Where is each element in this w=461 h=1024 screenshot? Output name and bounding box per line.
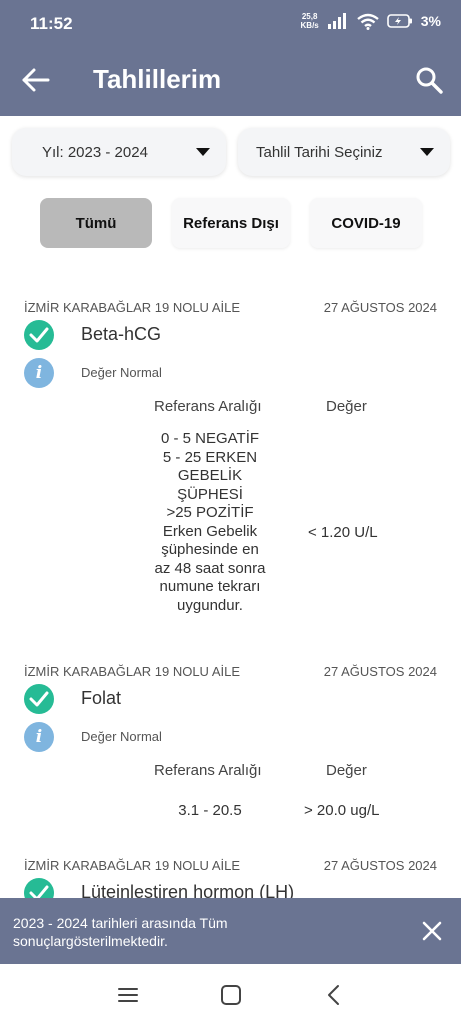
- date-dropdown-label: Tahlil Tarihi Seçiniz: [256, 144, 383, 161]
- tab-all[interactable]: Tümü: [40, 198, 152, 248]
- info-icon[interactable]: i: [24, 722, 54, 752]
- wifi-icon: [357, 13, 379, 30]
- app-bar: Tahlillerim: [0, 44, 461, 116]
- back-icon[interactable]: [322, 984, 346, 1006]
- snackbar: 2023 - 2024 tarihleri arasında Tüm sonuç…: [0, 898, 461, 964]
- value-column-header: Değer: [326, 398, 367, 415]
- test-name: Lüteinleştiren hormon (LH): [81, 882, 295, 898]
- year-dropdown-label: Yıl: 2023 - 2024: [42, 144, 148, 161]
- signal-icon: [327, 13, 346, 29]
- recent-apps-icon[interactable]: [116, 984, 140, 1006]
- network-speed: 25,8 KB/s: [300, 12, 319, 30]
- check-icon: [24, 878, 54, 898]
- lab-name: İZMİR KARABAĞLAR 19 NOLU AİLE: [24, 858, 241, 873]
- results-list[interactable]: İZMİR KARABAĞLAR 19 NOLU AİLE 27 AĞUSTOS…: [0, 258, 461, 898]
- result-status: Değer Normal: [81, 729, 162, 744]
- status-bar: 11:52 25,8 KB/s 3%: [0, 0, 461, 44]
- navigation-bar: [0, 964, 461, 1024]
- date-dropdown[interactable]: Tahlil Tarihi Seçiniz: [238, 128, 450, 176]
- result-date: 27 AĞUSTOS 2024: [323, 300, 437, 315]
- result-date: 27 AĞUSTOS 2024: [323, 664, 437, 679]
- reference-column-header: Referans Aralığı: [154, 398, 262, 415]
- check-icon: [24, 320, 54, 350]
- test-name: Beta-hCG: [81, 324, 162, 344]
- tab-covid[interactable]: COVID-19: [310, 198, 422, 248]
- reference-column-header: Referans Aralığı: [154, 762, 262, 779]
- home-icon[interactable]: [219, 984, 243, 1006]
- year-dropdown[interactable]: Yıl: 2023 - 2024: [12, 128, 226, 176]
- result-value: < 1.20 U/L: [308, 524, 378, 541]
- chevron-down-icon: [196, 148, 210, 156]
- value-column-header: Değer: [326, 762, 367, 779]
- status-time: 11:52: [30, 14, 73, 33]
- lab-name: İZMİR KARABAĞLAR 19 NOLU AİLE: [24, 300, 241, 315]
- reference-range: 0 - 5 NEGATİF 5 - 25 ERKEN GEBELİK ŞÜPHE…: [154, 430, 266, 614]
- arrow-left-icon[interactable]: [20, 66, 52, 94]
- reference-range: 3.1 - 20.5: [178, 802, 242, 819]
- battery-percentage: 3%: [420, 13, 441, 29]
- result-status: Değer Normal: [81, 365, 162, 380]
- search-icon[interactable]: [415, 66, 443, 94]
- chevron-down-icon: [420, 148, 434, 156]
- result-value: > 20.0 ug/L: [304, 802, 380, 819]
- snackbar-message: 2023 - 2024 tarihleri arasında Tüm sonuç…: [13, 915, 228, 949]
- tab-out-of-reference[interactable]: Referans Dışı: [172, 198, 290, 248]
- status-icons: 25,8 KB/s 3%: [301, 12, 441, 30]
- result-date: 27 AĞUSTOS 2024: [323, 858, 437, 873]
- close-icon[interactable]: [421, 920, 443, 942]
- info-icon[interactable]: i: [24, 358, 54, 388]
- lab-name: İZMİR KARABAĞLAR 19 NOLU AİLE: [24, 664, 241, 679]
- test-name: Folat: [81, 688, 122, 708]
- page-title: Tahlillerim: [93, 64, 222, 94]
- battery-charging-icon: [386, 14, 412, 28]
- check-icon: [24, 684, 54, 714]
